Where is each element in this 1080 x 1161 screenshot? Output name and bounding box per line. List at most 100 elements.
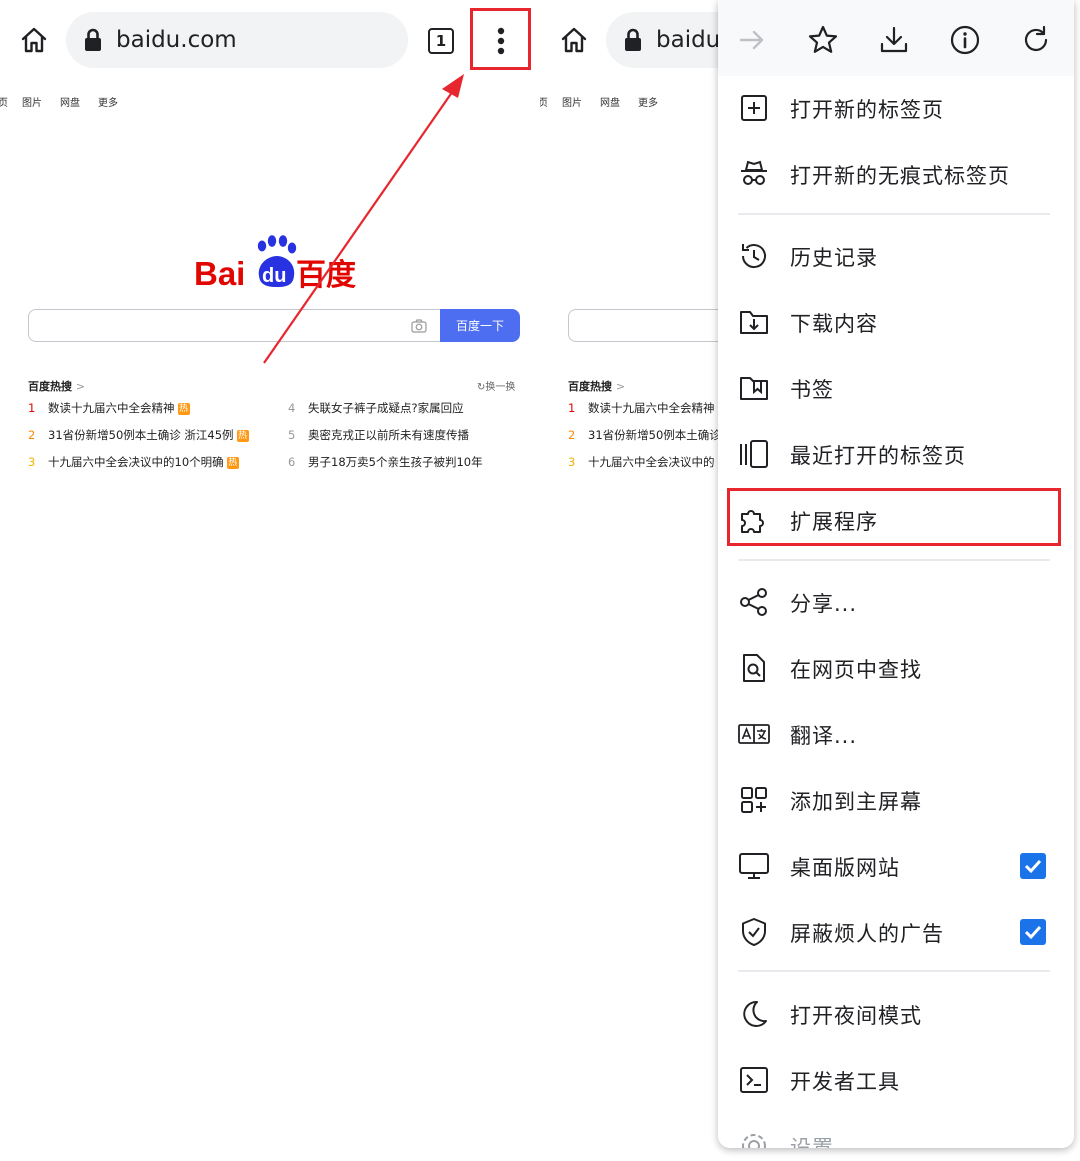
download-icon[interactable]: [878, 24, 910, 56]
hot-search-title[interactable]: 百度热搜 >: [28, 378, 85, 394]
hot-item[interactable]: 2 31省份新增50例本土确诊: [568, 427, 721, 443]
hot-search-title[interactable]: 百度热搜 >: [568, 378, 625, 394]
hot-rank: 3: [568, 455, 576, 469]
menu-item-desktop-site[interactable]: 桌面版网站: [718, 838, 1074, 894]
menu-item-label: 历史记录: [790, 246, 878, 270]
hot-item[interactable]: 4 失联女子裤子成疑点?家属回应: [288, 400, 464, 416]
hot-item[interactable]: 1 数读十九届六中全会精神: [568, 400, 715, 416]
menu-item-extensions[interactable]: 扩展程序: [718, 492, 1074, 548]
url-text: baidu.com: [116, 27, 237, 53]
menu-item-label: 书签: [790, 378, 834, 402]
menu-item-ad-block[interactable]: 屏蔽烦人的广告: [718, 904, 1074, 960]
hot-item[interactable]: 5 奥密克戎正以前所未有速度传播: [288, 427, 469, 443]
checkmark-icon: [1024, 925, 1042, 940]
menu-item-dev-tools[interactable]: 开发者工具: [718, 1052, 1074, 1108]
hot-text: 数读十九届六中全会精神: [588, 401, 715, 415]
nav-link[interactable]: 图片: [22, 94, 42, 109]
menu-item-history[interactable]: 历史记录: [718, 228, 1074, 284]
menu-item-label: 打开新的无痕式标签页: [790, 164, 1010, 188]
overflow-menu: 打开新的标签页 打开新的无痕式标签页 历史记录 下载内容 书签 最近打开的标签页…: [718, 0, 1074, 1148]
menu-item-night-mode[interactable]: 打开夜间模式: [718, 986, 1074, 1042]
home-button[interactable]: [14, 20, 54, 60]
menu-item-label: 屏蔽烦人的广告: [790, 922, 944, 946]
menu-divider: [738, 559, 1050, 561]
nav-link[interactable]: 图片: [562, 94, 582, 109]
add-to-home-icon: [741, 787, 767, 813]
chevron-right-icon: >: [615, 380, 626, 393]
hot-item[interactable]: 2 31省份新增50例本土确诊 浙江45例热: [28, 427, 249, 443]
home-button[interactable]: [554, 20, 594, 60]
extensions-icon: [741, 510, 764, 533]
nav-link[interactable]: 更多: [638, 94, 658, 109]
menu-item-bookmarks[interactable]: 书签: [718, 360, 1074, 416]
menu-item-find-in-page[interactable]: 在网页中查找: [718, 640, 1074, 696]
hot-rank: 2: [568, 428, 576, 442]
hot-rank: 3: [28, 455, 36, 469]
ad-block-icon: [742, 918, 766, 946]
hot-text: 奥密克戎正以前所未有速度传播: [308, 428, 469, 442]
home-icon: [561, 27, 587, 53]
star-icon[interactable]: [807, 24, 839, 56]
menu-item-settings[interactable]: 设置: [718, 1118, 1074, 1148]
nav-link[interactable]: 网盘: [60, 94, 80, 109]
hot-text: 31省份新增50例本土确诊: [588, 428, 721, 442]
hot-item[interactable]: 1 数读十九届六中全会精神热: [28, 400, 190, 416]
history-icon: [741, 244, 766, 269]
night-mode-icon: [743, 1000, 767, 1027]
menu-item-label: 在网页中查找: [790, 658, 922, 682]
menu-item-new-tab[interactable]: 打开新的标签页: [718, 80, 1074, 136]
hot-item[interactable]: 6 男子18万卖5个亲生孩子被判10年: [288, 454, 483, 470]
ad-block-checkbox[interactable]: [1020, 919, 1046, 945]
nav-link[interactable]: 页: [540, 94, 548, 109]
menu-divider: [738, 970, 1050, 972]
checkmark-icon: [1024, 859, 1042, 874]
hot-text: 十九届六中全会决议中的: [588, 455, 715, 469]
refresh-label: 换一换: [485, 382, 516, 393]
bookmarks-icon: [740, 377, 768, 400]
hot-badge: 热: [236, 430, 249, 442]
menu-item-add-to-home[interactable]: 添加到主屏幕: [718, 772, 1074, 828]
right-browser-view: baidu. 页 图片 网盘 更多 百度热搜 > 1 数读十九届六中全会精神 23…: [540, 0, 1080, 1161]
hot-rank: 2: [28, 428, 36, 442]
forward-icon[interactable]: [736, 24, 768, 56]
menu-divider: [738, 213, 1050, 215]
overflow-menu-button[interactable]: [476, 18, 526, 64]
menu-item-share[interactable]: 分享...: [718, 574, 1074, 630]
share-icon: [740, 588, 767, 616]
menu-toolbar: [718, 0, 1074, 76]
hot-search-title-text: 百度热搜: [28, 380, 72, 393]
translate-icon: [738, 724, 770, 744]
menu-item-translate[interactable]: 翻译...: [718, 706, 1074, 762]
tab-switcher-button[interactable]: 1: [428, 28, 454, 54]
lock-icon: [622, 27, 644, 53]
hot-rank: 4: [288, 401, 296, 415]
nav-link[interactable]: 页: [0, 94, 8, 109]
hot-badge: 热: [226, 457, 239, 469]
hot-text: 男子18万卖5个亲生孩子被判10年: [308, 455, 483, 469]
settings-icon: [742, 1134, 766, 1148]
hot-item[interactable]: 3 十九届六中全会决议中的: [568, 454, 715, 470]
nav-link[interactable]: 更多: [98, 94, 118, 109]
baidu-search-input[interactable]: [568, 309, 738, 342]
info-icon[interactable]: [949, 24, 981, 56]
menu-item-downloads[interactable]: 下载内容: [718, 294, 1074, 350]
more-vert-icon: [497, 27, 505, 55]
annotation-arrow: [263, 74, 464, 364]
hot-rank: 1: [568, 401, 576, 415]
new-tab-icon: [741, 95, 767, 121]
menu-item-label: 扩展程序: [790, 510, 878, 534]
hot-item[interactable]: 3 十九届六中全会决议中的10个明确热: [28, 454, 239, 470]
menu-item-label: 翻译...: [790, 724, 858, 748]
menu-item-label: 最近打开的标签页: [790, 444, 966, 468]
nav-link[interactable]: 网盘: [600, 94, 620, 109]
hot-badge: 热: [177, 403, 190, 415]
hot-text: 31省份新增50例本土确诊 浙江45例: [48, 428, 234, 442]
reload-icon[interactable]: [1020, 24, 1052, 56]
hot-rank: 5: [288, 428, 296, 442]
menu-item-label: 添加到主屏幕: [790, 790, 922, 814]
menu-item-incognito-tab[interactable]: 打开新的无痕式标签页: [718, 146, 1074, 202]
url-text: baidu.: [656, 27, 728, 53]
desktop-site-checkbox[interactable]: [1020, 853, 1046, 879]
menu-item-recent-tabs[interactable]: 最近打开的标签页: [718, 426, 1074, 482]
refresh-hot-button[interactable]: ↻换一换: [477, 378, 515, 393]
